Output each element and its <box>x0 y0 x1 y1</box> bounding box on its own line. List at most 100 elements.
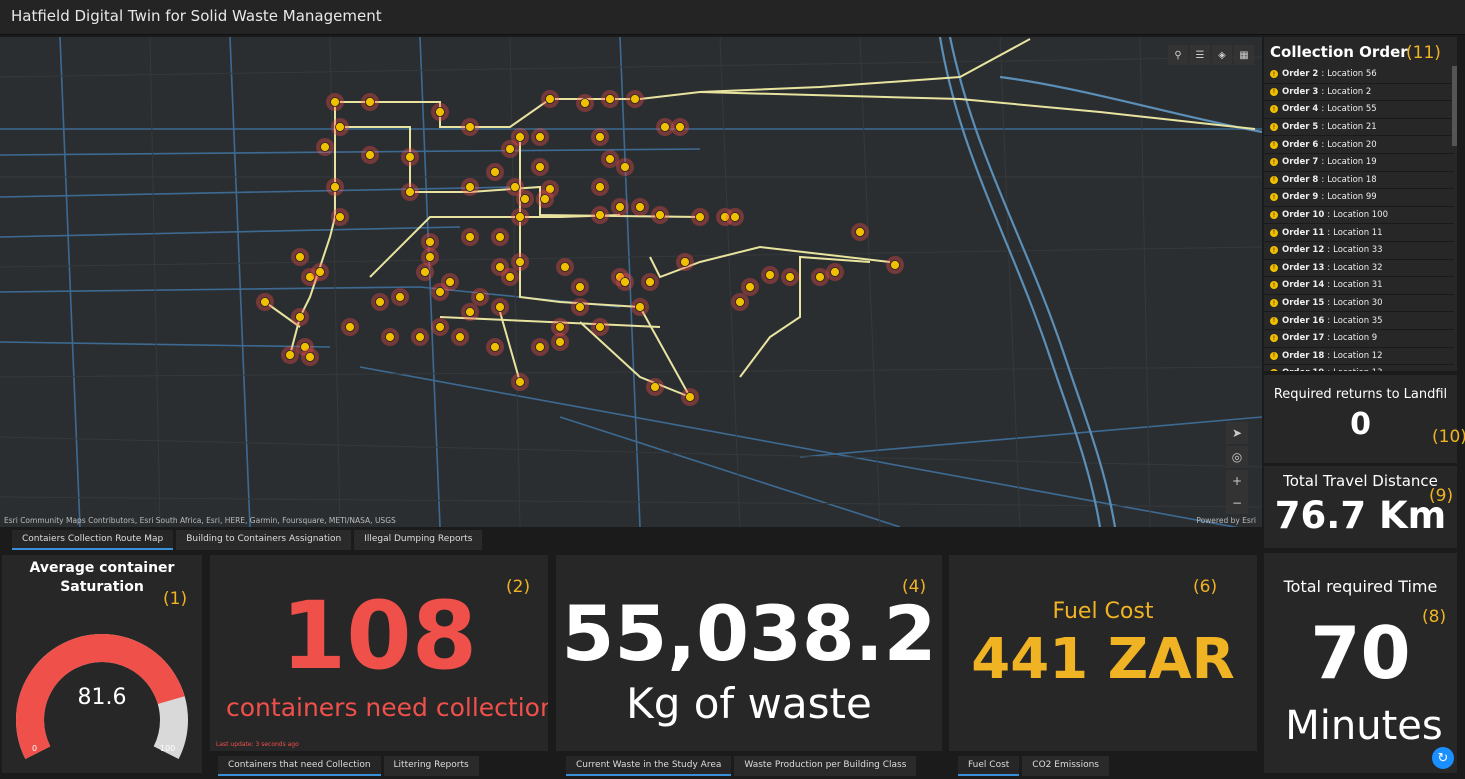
container-marker[interactable] <box>535 132 545 142</box>
container-marker[interactable] <box>555 337 565 347</box>
container-marker[interactable] <box>330 97 340 107</box>
container-marker[interactable] <box>680 257 690 267</box>
container-marker[interactable] <box>560 262 570 272</box>
container-marker[interactable] <box>645 277 655 287</box>
collection-order-item[interactable]: ! Order 9: Location 99 <box>1264 189 1454 207</box>
container-marker[interactable] <box>330 182 340 192</box>
container-marker[interactable] <box>855 227 865 237</box>
container-marker[interactable] <box>435 287 445 297</box>
container-marker[interactable] <box>535 342 545 352</box>
collection-order-item[interactable]: ! Order 7: Location 19 <box>1264 154 1454 172</box>
tab-fuel-cost[interactable]: Fuel Cost <box>958 756 1020 776</box>
container-marker[interactable] <box>815 272 825 282</box>
search-icon[interactable]: ⚲ <box>1168 45 1188 65</box>
container-marker[interactable] <box>605 154 615 164</box>
container-marker[interactable] <box>425 237 435 247</box>
container-marker[interactable] <box>540 194 550 204</box>
container-marker[interactable] <box>620 162 630 172</box>
basemap-icon[interactable]: ▦ <box>1234 45 1254 65</box>
container-marker[interactable] <box>785 272 795 282</box>
collection-order-item[interactable]: ! Order 15: Location 30 <box>1264 295 1454 313</box>
container-marker[interactable] <box>555 322 565 332</box>
map-canvas[interactable] <box>0 37 1262 527</box>
container-marker[interactable] <box>515 377 525 387</box>
container-marker[interactable] <box>650 382 660 392</box>
container-marker[interactable] <box>465 232 475 242</box>
container-marker[interactable] <box>655 210 665 220</box>
container-marker[interactable] <box>425 252 435 262</box>
compass-icon[interactable]: ➤ <box>1226 422 1248 444</box>
container-marker[interactable] <box>635 202 645 212</box>
container-marker[interactable] <box>615 202 625 212</box>
container-marker[interactable] <box>465 182 475 192</box>
scrollbar[interactable] <box>1452 66 1457 146</box>
container-marker[interactable] <box>395 292 405 302</box>
collection-order-item[interactable]: ! Order 2: Location 56 <box>1264 66 1454 84</box>
container-marker[interactable] <box>295 312 305 322</box>
collection-order-item[interactable]: ! Order 19: Location 13 <box>1264 365 1454 371</box>
container-marker[interactable] <box>580 98 590 108</box>
container-marker[interactable] <box>495 232 505 242</box>
container-marker[interactable] <box>475 292 485 302</box>
container-marker[interactable] <box>595 322 605 332</box>
tab-waste-production[interactable]: Waste Production per Building Class <box>734 756 917 776</box>
locate-icon[interactable]: ◎ <box>1226 446 1248 468</box>
container-marker[interactable] <box>405 187 415 197</box>
container-marker[interactable] <box>335 122 345 132</box>
container-marker[interactable] <box>375 297 385 307</box>
layers-icon[interactable]: ◈ <box>1212 45 1232 65</box>
collection-order-item[interactable]: ! Order 16: Location 35 <box>1264 312 1454 330</box>
container-marker[interactable] <box>515 212 525 222</box>
container-marker[interactable] <box>515 132 525 142</box>
collection-order-item[interactable]: ! Order 4: Location 55 <box>1264 101 1454 119</box>
container-marker[interactable] <box>730 212 740 222</box>
collection-order-list[interactable]: ! Order 2: Location 56! Order 3: Location … <box>1264 66 1454 371</box>
container-marker[interactable] <box>455 332 465 342</box>
container-marker[interactable] <box>320 142 330 152</box>
container-marker[interactable] <box>830 267 840 277</box>
container-marker[interactable] <box>605 94 615 104</box>
container-marker[interactable] <box>490 167 500 177</box>
collection-order-item[interactable]: ! Order 3: Location 2 <box>1264 84 1454 102</box>
container-marker[interactable] <box>420 267 430 277</box>
container-marker[interactable] <box>305 352 315 362</box>
container-marker[interactable] <box>575 282 585 292</box>
container-marker[interactable] <box>465 122 475 132</box>
container-marker[interactable] <box>545 94 555 104</box>
container-marker[interactable] <box>505 272 515 282</box>
container-marker[interactable] <box>445 277 455 287</box>
container-marker[interactable] <box>515 257 525 267</box>
legend-icon[interactable]: ☰ <box>1190 45 1210 65</box>
container-marker[interactable] <box>520 194 530 204</box>
container-marker[interactable] <box>495 302 505 312</box>
tab-building-assignation[interactable]: Building to Containers Assignation <box>176 530 352 550</box>
container-marker[interactable] <box>435 107 445 117</box>
container-marker[interactable] <box>660 122 670 132</box>
container-marker[interactable] <box>630 94 640 104</box>
container-marker[interactable] <box>415 332 425 342</box>
collection-order-item[interactable]: ! Order 12: Location 33 <box>1264 242 1454 260</box>
container-marker[interactable] <box>890 260 900 270</box>
container-marker[interactable] <box>315 267 325 277</box>
refresh-icon[interactable]: ↻ <box>1432 747 1454 769</box>
tab-co2-emissions[interactable]: CO2 Emissions <box>1022 756 1109 776</box>
container-marker[interactable] <box>335 212 345 222</box>
tab-littering-reports[interactable]: Littering Reports <box>383 756 479 776</box>
collection-order-item[interactable]: ! Order 18: Location 12 <box>1264 348 1454 366</box>
collection-order-item[interactable]: ! Order 13: Location 32 <box>1264 260 1454 278</box>
container-marker[interactable] <box>620 277 630 287</box>
container-marker[interactable] <box>595 182 605 192</box>
collection-order-item[interactable]: ! Order 17: Location 9 <box>1264 330 1454 348</box>
container-marker[interactable] <box>595 210 605 220</box>
container-marker[interactable] <box>295 252 305 262</box>
collection-order-item[interactable]: ! Order 10: Location 100 <box>1264 207 1454 225</box>
container-marker[interactable] <box>495 262 505 272</box>
container-marker[interactable] <box>490 342 500 352</box>
zoom-out-icon[interactable]: − <box>1226 492 1248 514</box>
collection-order-item[interactable]: ! Order 6: Location 20 <box>1264 136 1454 154</box>
container-marker[interactable] <box>465 307 475 317</box>
container-marker[interactable] <box>535 162 545 172</box>
container-points[interactable] <box>256 90 904 406</box>
collection-order-item[interactable]: ! Order 5: Location 21 <box>1264 119 1454 137</box>
container-marker[interactable] <box>765 270 775 280</box>
